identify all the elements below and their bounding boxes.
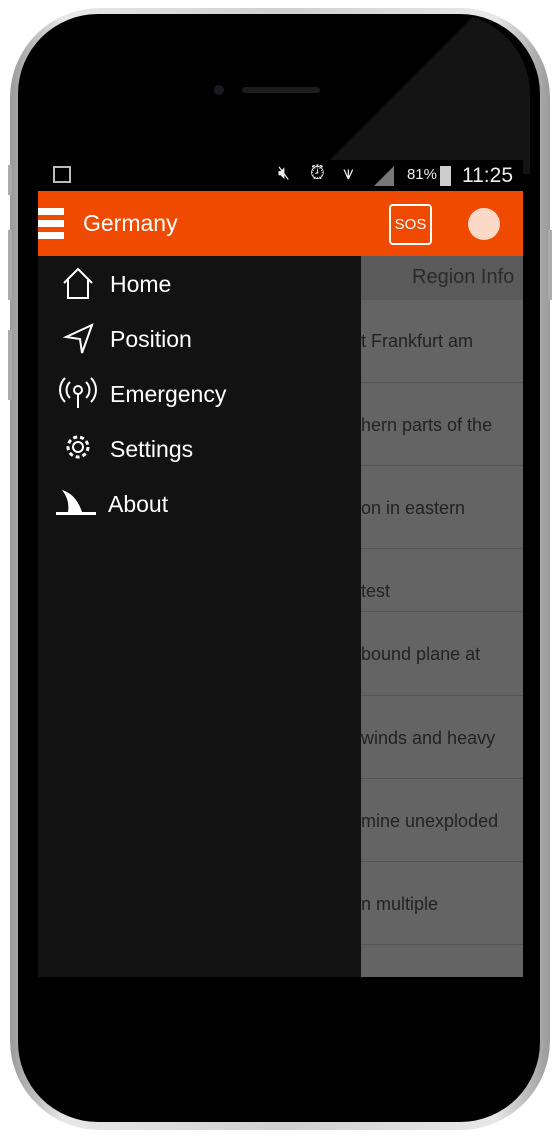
alarm-icon: ⏰︎ [310, 163, 325, 184]
screen: 🔇︎ ⏰︎ ⩛ 81% 11:25 Germany SOS Region Inf… [38, 160, 523, 977]
page-title: Germany [83, 210, 178, 236]
list-item[interactable]: hern parts of the [361, 383, 523, 466]
camera [214, 85, 224, 95]
home-icon [63, 267, 93, 299]
drawer-item-label: Position [110, 325, 192, 352]
sos-button[interactable]: SOS [389, 204, 432, 245]
list-item[interactable]: test [361, 549, 523, 612]
drawer-item-emergency[interactable]: Emergency [58, 372, 226, 416]
fin-icon [56, 490, 96, 515]
drawer-item-settings[interactable]: Settings [58, 427, 193, 471]
nav-drawer: Home Position Emergency Settings About [38, 256, 361, 977]
navigation-icon [62, 323, 94, 354]
wifi-icon: ⩛ [343, 163, 354, 184]
drawer-item-label: Settings [110, 435, 194, 462]
speaker [242, 87, 320, 93]
list-item[interactable]: t Frankfurt am [361, 300, 523, 383]
region-info-content: Region Info t Frankfurt am hern parts of… [361, 256, 523, 977]
mute-icon: 🔇︎ [278, 163, 290, 184]
drawer-item-home[interactable]: Home [58, 262, 171, 306]
battery-icon [440, 166, 451, 186]
mute-switch [8, 165, 12, 195]
drawer-item-label: Home [110, 270, 172, 297]
glare [330, 14, 530, 174]
gear-icon [66, 435, 90, 459]
volume-down [8, 330, 12, 400]
drawer-item-position[interactable]: Position [58, 317, 192, 361]
volume-up [8, 230, 12, 300]
status-bar: 🔇︎ ⏰︎ ⩛ 81% 11:25 [38, 160, 523, 191]
tab-region-info[interactable]: Region Info [361, 256, 523, 300]
power-button [548, 230, 552, 300]
list-item[interactable]: mine unexploded [361, 779, 523, 862]
battery-text: 81% [406, 166, 437, 183]
toolbar: Germany SOS [38, 191, 523, 256]
clock: 11:25 [462, 164, 513, 187]
drawer-item-label: Emergency [110, 380, 227, 407]
list-item[interactable]: winds and heavy [361, 696, 523, 779]
globe-icon[interactable] [468, 208, 500, 240]
image-icon [53, 166, 71, 183]
list-item[interactable]: on in eastern [361, 466, 523, 549]
signal-icon [374, 166, 394, 186]
menu-icon[interactable] [38, 208, 64, 246]
list-item[interactable]: bound plane at [361, 612, 523, 696]
drawer-item-label: About [108, 490, 169, 517]
drawer-item-about[interactable]: About [56, 482, 168, 526]
broadcast-icon [59, 377, 97, 408]
list-item[interactable]: n multiple [361, 862, 523, 945]
